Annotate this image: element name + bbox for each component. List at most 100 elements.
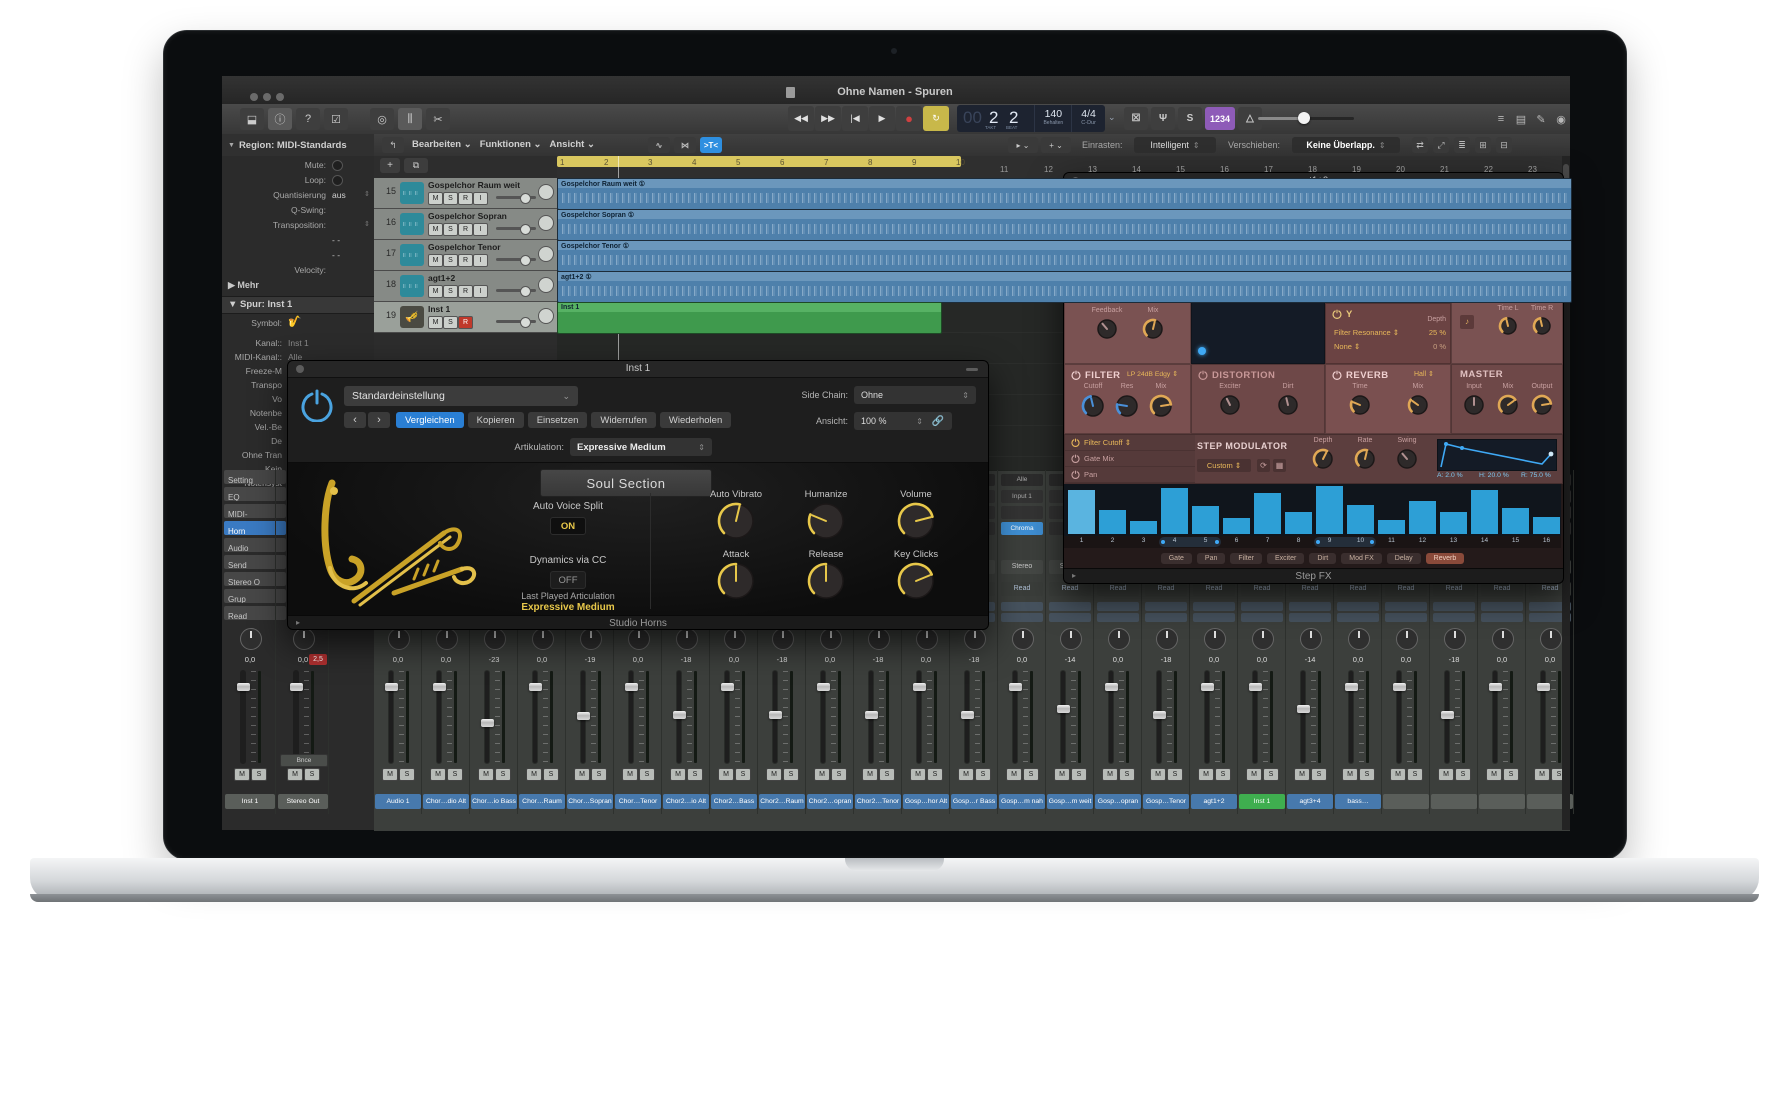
mod-target-menu[interactable]: Filter Resonance ⇕ (1334, 328, 1414, 337)
track-record-button[interactable]: R (458, 192, 473, 205)
mixer-output-slot[interactable]: Stereo (1001, 560, 1043, 574)
track-pan-knob[interactable] (538, 308, 554, 324)
env-hold-value[interactable]: H: 20.0 % (1479, 472, 1509, 479)
master-mute-button[interactable]: ☒ (1124, 107, 1148, 130)
step-target-pan[interactable]: Pan (1065, 467, 1195, 483)
mixer-fader-cap[interactable] (1201, 683, 1214, 691)
mixer-fader-cap[interactable] (1345, 683, 1358, 691)
env-release-value[interactable]: R: 75.0 % (1521, 472, 1551, 479)
step-target-gate-mix[interactable]: Gate Mix (1065, 451, 1195, 467)
mixer-volume-value[interactable]: 0,0 (422, 655, 470, 664)
rewind-button[interactable]: ◀◀ (788, 106, 814, 131)
mixer-send-slot[interactable] (1433, 602, 1475, 611)
mixer-solo-button[interactable]: S (447, 768, 463, 781)
step-bar-16[interactable] (1533, 517, 1560, 534)
track-mute-button[interactable]: M (428, 316, 443, 329)
mixer-send-slot[interactable] (1433, 613, 1475, 622)
expand-icon[interactable]: ⤢ (1433, 137, 1449, 153)
drawer-icon[interactable]: ⬓ (240, 108, 264, 130)
step-bar-13[interactable] (1440, 512, 1467, 534)
mixer-mute-button[interactable]: M (1246, 768, 1262, 781)
knob-res[interactable] (1114, 393, 1140, 419)
add-track-button[interactable]: + (380, 158, 400, 173)
knob-time-l[interactable] (1497, 315, 1519, 337)
mixer-fader-cap[interactable] (481, 719, 494, 727)
step-random-button[interactable]: ⟳ (1257, 459, 1270, 472)
snap-menu[interactable]: Intelligent⇕ (1134, 137, 1216, 153)
mixer-mute-button[interactable]: M (718, 768, 734, 781)
knob-key-clicks[interactable] (896, 561, 936, 601)
dial-icon[interactable]: ◎ (370, 108, 394, 130)
mixer-channel-name[interactable]: Inst 1 (1239, 794, 1285, 809)
mixer-send-slot[interactable] (1289, 613, 1331, 622)
mixer-fader-cap[interactable] (529, 683, 542, 691)
mixer-pan-knob[interactable] (628, 628, 650, 650)
mixer-channel-name[interactable]: Chor2…Raum (759, 794, 805, 809)
tab-dirt[interactable]: Dirt (1309, 553, 1336, 564)
mixer-channel-name[interactable]: Chor…Tenor (615, 794, 661, 809)
zoom-in-icon[interactable]: ⊞ (1475, 137, 1491, 153)
list-icon[interactable]: ≡ (1494, 108, 1508, 130)
mixer-mute-button[interactable]: M (287, 768, 303, 781)
mixer-pan-knob[interactable] (772, 628, 794, 650)
track-record-button[interactable]: R (458, 254, 473, 267)
mixer-mute-button[interactable]: M (1006, 768, 1022, 781)
mixer-fader-track[interactable] (1301, 671, 1305, 763)
mixer-volume-value[interactable]: -14 (1046, 655, 1094, 664)
mixer-fader-cap[interactable] (913, 683, 926, 691)
auto-voice-split-toggle[interactable]: ON (550, 517, 586, 535)
mixer-fader-cap[interactable] (433, 683, 446, 691)
mixer-solo-button[interactable]: S (831, 768, 847, 781)
note-sync-button[interactable]: ♪ (1460, 315, 1474, 329)
mixer-send-slot[interactable] (1145, 613, 1187, 622)
mixer-volume-value[interactable]: -14 (1286, 655, 1334, 664)
track-solo-button[interactable]: S (443, 192, 458, 205)
region-19[interactable]: Inst 1 (557, 302, 942, 334)
mixer-pan-knob[interactable] (580, 628, 602, 650)
mixer-send-slot[interactable] (1001, 602, 1043, 611)
mixer-solo-button[interactable]: S (783, 768, 799, 781)
knob-dirt[interactable] (1276, 393, 1300, 417)
mixer-pan-knob[interactable] (293, 628, 315, 650)
mixer-volume-value[interactable]: 0,0 (1478, 655, 1526, 664)
mixer-mute-button[interactable]: M (1486, 768, 1502, 781)
mixer-channel-name[interactable]: Stereo Out (278, 794, 328, 809)
mixer-volume-value[interactable]: 0,0 (710, 655, 758, 664)
mixer-mute-button[interactable]: M (430, 768, 446, 781)
track-solo-button[interactable]: S (443, 223, 458, 236)
reverb-mode-menu[interactable]: Hall ⇕ (1414, 370, 1446, 378)
step-bar-4[interactable] (1161, 488, 1188, 534)
help-icon[interactable]: ? (296, 108, 320, 130)
mixer-fader-cap[interactable] (577, 712, 590, 720)
mixer-pan-knob[interactable] (532, 628, 554, 650)
mixer-mute-button[interactable]: M (382, 768, 398, 781)
track-mute-button[interactable]: M (428, 254, 443, 267)
mixer-send-slot[interactable] (1049, 602, 1091, 611)
mixer-automation-slot[interactable]: Read (1097, 582, 1139, 596)
knob-rate[interactable] (1353, 447, 1377, 471)
solo-button[interactable]: S (1178, 107, 1202, 130)
mixer-volume-value[interactable]: 0,0 (374, 655, 422, 664)
region-param-value[interactable]: - - (332, 235, 340, 245)
mixer-pan-knob[interactable] (1060, 628, 1082, 650)
next-preset-button[interactable]: › (368, 412, 390, 428)
mixer-pan-knob[interactable] (820, 628, 842, 650)
mixer-send-slot[interactable] (1385, 613, 1427, 622)
mixer-fader-cap[interactable] (1441, 711, 1454, 719)
mixer-mute-button[interactable]: M (478, 768, 494, 781)
mixer-send-slot[interactable] (1337, 602, 1379, 611)
mixer-solo-button[interactable]: S (1359, 768, 1375, 781)
mixer-automation-slot[interactable]: Read (1241, 582, 1283, 596)
mixer-channel-name[interactable]: agt1+2 (1191, 794, 1237, 809)
mixer-volume-value[interactable]: -18 (662, 655, 710, 664)
mixer-pan-knob[interactable] (1252, 628, 1274, 650)
tab-pan[interactable]: Pan (1197, 553, 1225, 564)
mixer-pan-knob[interactable] (1348, 628, 1370, 650)
step-bar-7[interactable] (1254, 493, 1281, 534)
zoom-out-icon[interactable]: ⊟ (1496, 137, 1512, 153)
mixer-solo-button[interactable]: S (1167, 768, 1183, 781)
step-target-filter-cutoff[interactable]: Filter Cutoff ⇕ (1065, 435, 1195, 451)
track-mute-button[interactable]: M (428, 285, 443, 298)
mixer-volume-value[interactable]: -18 (1430, 655, 1478, 664)
mixer-send-slot[interactable] (1241, 613, 1283, 622)
